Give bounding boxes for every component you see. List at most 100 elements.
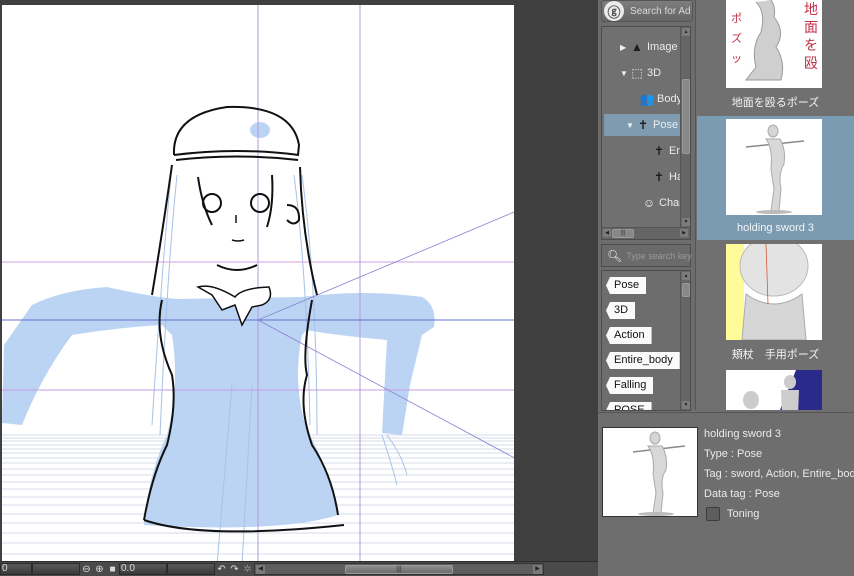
holding-sword-pose-image [745, 124, 805, 214]
scroll-down-arrow[interactable]: ▼ [682, 218, 690, 226]
chin-rest-pose-image [726, 244, 809, 340]
tree-vertical-scrollbar[interactable]: ▲ ▼ [680, 27, 690, 227]
tree-horizontal-scrollbar[interactable]: ◀ ||| ▶ [602, 227, 690, 239]
fit-icon[interactable]: ■ [106, 563, 119, 575]
svg-text:ポ: ポ [731, 12, 742, 25]
search-assets-button[interactable]: ⓖ Search for Ad [601, 0, 693, 22]
material-label: holding sword 3 [736, 222, 815, 234]
svg-text:面: 面 [804, 20, 818, 36]
material-label: 地面を殴るポーズ [731, 97, 820, 109]
rotation-field[interactable]: 0.0 [119, 563, 167, 575]
toning-checkbox[interactable] [706, 507, 720, 521]
canvas-hscroll-thumb[interactable]: ||| [345, 565, 453, 574]
svg-text:ッ: ッ [731, 52, 742, 65]
material-item[interactable]: 頬杖 手用ポーズ [697, 240, 854, 364]
material-thumbnail [726, 370, 822, 410]
zoom-out-icon[interactable]: ⊖ [80, 563, 93, 575]
tag-list: Pose 3D Action Entire_body Falling POSE … [601, 270, 691, 411]
scroll-right-arrow[interactable]: ▶ [533, 565, 542, 574]
tree-item-label: Pose [653, 119, 679, 131]
figure-icon: ✝ [653, 170, 665, 184]
canvas-area[interactable]: ≡ ▼ [0, 0, 587, 561]
material-detail-panel: holding sword 3 Type : Pose Tag : sword,… [598, 412, 854, 576]
tree-item-body[interactable]: 👥 Body [639, 88, 683, 110]
tags-vertical-scrollbar[interactable]: ▲ ▼ [680, 271, 690, 410]
tree-item-label: 3D [647, 67, 662, 79]
material-tree: ▶ ▲ Image ▼ ⬚ 3D 👥 Body ▼ ✝ Pose ✝ En ✝ … [601, 26, 691, 240]
blue-fill [2, 122, 435, 528]
punch-ground-pose-image: 地 面 を 殴 ポ ズ ッ [731, 0, 818, 81]
tag-action[interactable]: Action [606, 327, 652, 344]
zoom-in-icon[interactable]: ⊕ [93, 563, 106, 575]
guide-lines [2, 5, 514, 561]
rotation-slider[interactable] [167, 563, 215, 575]
tag-search-input[interactable] [626, 250, 693, 261]
svg-text:ズ: ズ [731, 31, 742, 45]
settings-icon[interactable]: ✲ [241, 563, 254, 575]
material-tree-panel: ⓖ Search for Ad ▶ ▲ Image ▼ ⬚ 3D 👥 Body [598, 0, 696, 411]
figure-icon: ✝ [653, 144, 665, 158]
detail-data-tag: Data tag : Pose [704, 488, 780, 500]
material-label: 頬杖 手用ポーズ [731, 349, 820, 361]
material-thumbnail: 地 面 を 殴 ポ ズ ッ [726, 0, 822, 88]
tag-falling[interactable]: Falling [606, 377, 654, 394]
material-item[interactable]: 地 面 を 殴 ポ ズ ッ 地面を殴るポーズ [697, 0, 854, 112]
detail-type: Type : Pose [704, 448, 763, 460]
tree-vscroll-thumb[interactable] [682, 79, 690, 154]
material-item[interactable] [697, 368, 854, 410]
scroll-up-arrow[interactable]: ▲ [682, 272, 690, 280]
figure-icon: ✝ [637, 118, 649, 132]
detail-name: holding sword 3 [704, 428, 782, 440]
artwork [2, 5, 514, 561]
tree-item-pose[interactable]: ▼ ✝ Pose [604, 114, 690, 136]
tag-3d[interactable]: 3D [606, 302, 636, 319]
canvas-paper[interactable] [2, 5, 514, 561]
toning-label: Toning [727, 508, 760, 520]
tree-item-image[interactable]: ▶ ▲ Image [620, 36, 678, 58]
material-thumbnail [726, 244, 822, 340]
image-icon: ▲ [631, 40, 643, 54]
material-palette: ⓖ Search for Ad ▶ ▲ Image ▼ ⬚ 3D 👥 Body [598, 0, 854, 576]
rotate-right-icon[interactable]: ↷ [228, 563, 241, 575]
canvas-status-bar: 0 ⊖ ⊕ ■ 0.0 ↶ ↷ ✲ ◀ ||| ▶ [0, 561, 598, 576]
tree-item-label: Body [657, 93, 683, 105]
detail-tags: Tag : sword, Action, Entire_body [704, 468, 854, 480]
canvas-horizontal-scrollbar[interactable]: ◀ ||| ▶ [254, 563, 544, 575]
search-assets-label: Search for Ad [630, 5, 691, 17]
collapse-icon[interactable]: ▼ [626, 121, 636, 130]
tag-pose-upper[interactable]: POSE [606, 402, 652, 410]
zoom-field[interactable]: 0 [0, 563, 32, 575]
collapse-icon[interactable]: ▼ [620, 69, 630, 78]
scroll-down-arrow[interactable]: ▼ [682, 401, 690, 409]
cube-icon: ⬚ [631, 66, 643, 80]
scroll-right-arrow[interactable]: ▶ [680, 229, 688, 237]
scroll-up-arrow[interactable]: ▲ [682, 28, 690, 36]
holding-sword-pose-image [632, 431, 686, 516]
zoom-slider[interactable] [32, 563, 80, 575]
svg-text:殴: 殴 [804, 56, 818, 72]
tags-vscroll-thumb[interactable] [682, 283, 690, 297]
clip-studio-window: ≡ ▼ 0 ⊖ ⊕ ■ 0.0 ↶ ↷ ✲ ◀ ||| ▶ ⓖ Search f… [0, 0, 854, 576]
character-icon: ☺ [642, 196, 656, 210]
body-icon: 👥 [639, 92, 655, 106]
tree-item-character[interactable]: ☺ Char [642, 192, 683, 214]
scroll-left-arrow[interactable]: ◀ [603, 229, 611, 237]
material-thumbnail [726, 119, 822, 215]
search-icon: 🔍︎ [607, 248, 623, 263]
tag-entire-body[interactable]: Entire_body [606, 352, 680, 369]
tree-item-hand[interactable]: ✝ Ha [652, 166, 683, 188]
tree-item-3d[interactable]: ▼ ⬚ 3D [620, 62, 661, 84]
material-list: 地 面 を 殴 ポ ズ ッ 地面を殴るポーズ holding sword 3 頬… [697, 0, 854, 410]
clip-logo-icon: ⓖ [604, 1, 624, 21]
rotate-left-icon[interactable]: ↶ [215, 563, 228, 575]
figure-pose-image [743, 370, 822, 410]
svg-text:地: 地 [804, 2, 818, 18]
tag-pose[interactable]: Pose [606, 277, 647, 294]
tree-hscroll-thumb[interactable]: ||| [612, 229, 634, 238]
tree-item-entire-body[interactable]: ✝ En [652, 140, 683, 162]
scroll-left-arrow[interactable]: ◀ [256, 565, 265, 574]
tag-search-box[interactable]: 🔍︎ [601, 244, 693, 267]
material-item-selected[interactable]: holding sword 3 [697, 116, 854, 240]
tree-item-label: Image [647, 41, 678, 53]
expand-icon[interactable]: ▶ [620, 43, 630, 52]
